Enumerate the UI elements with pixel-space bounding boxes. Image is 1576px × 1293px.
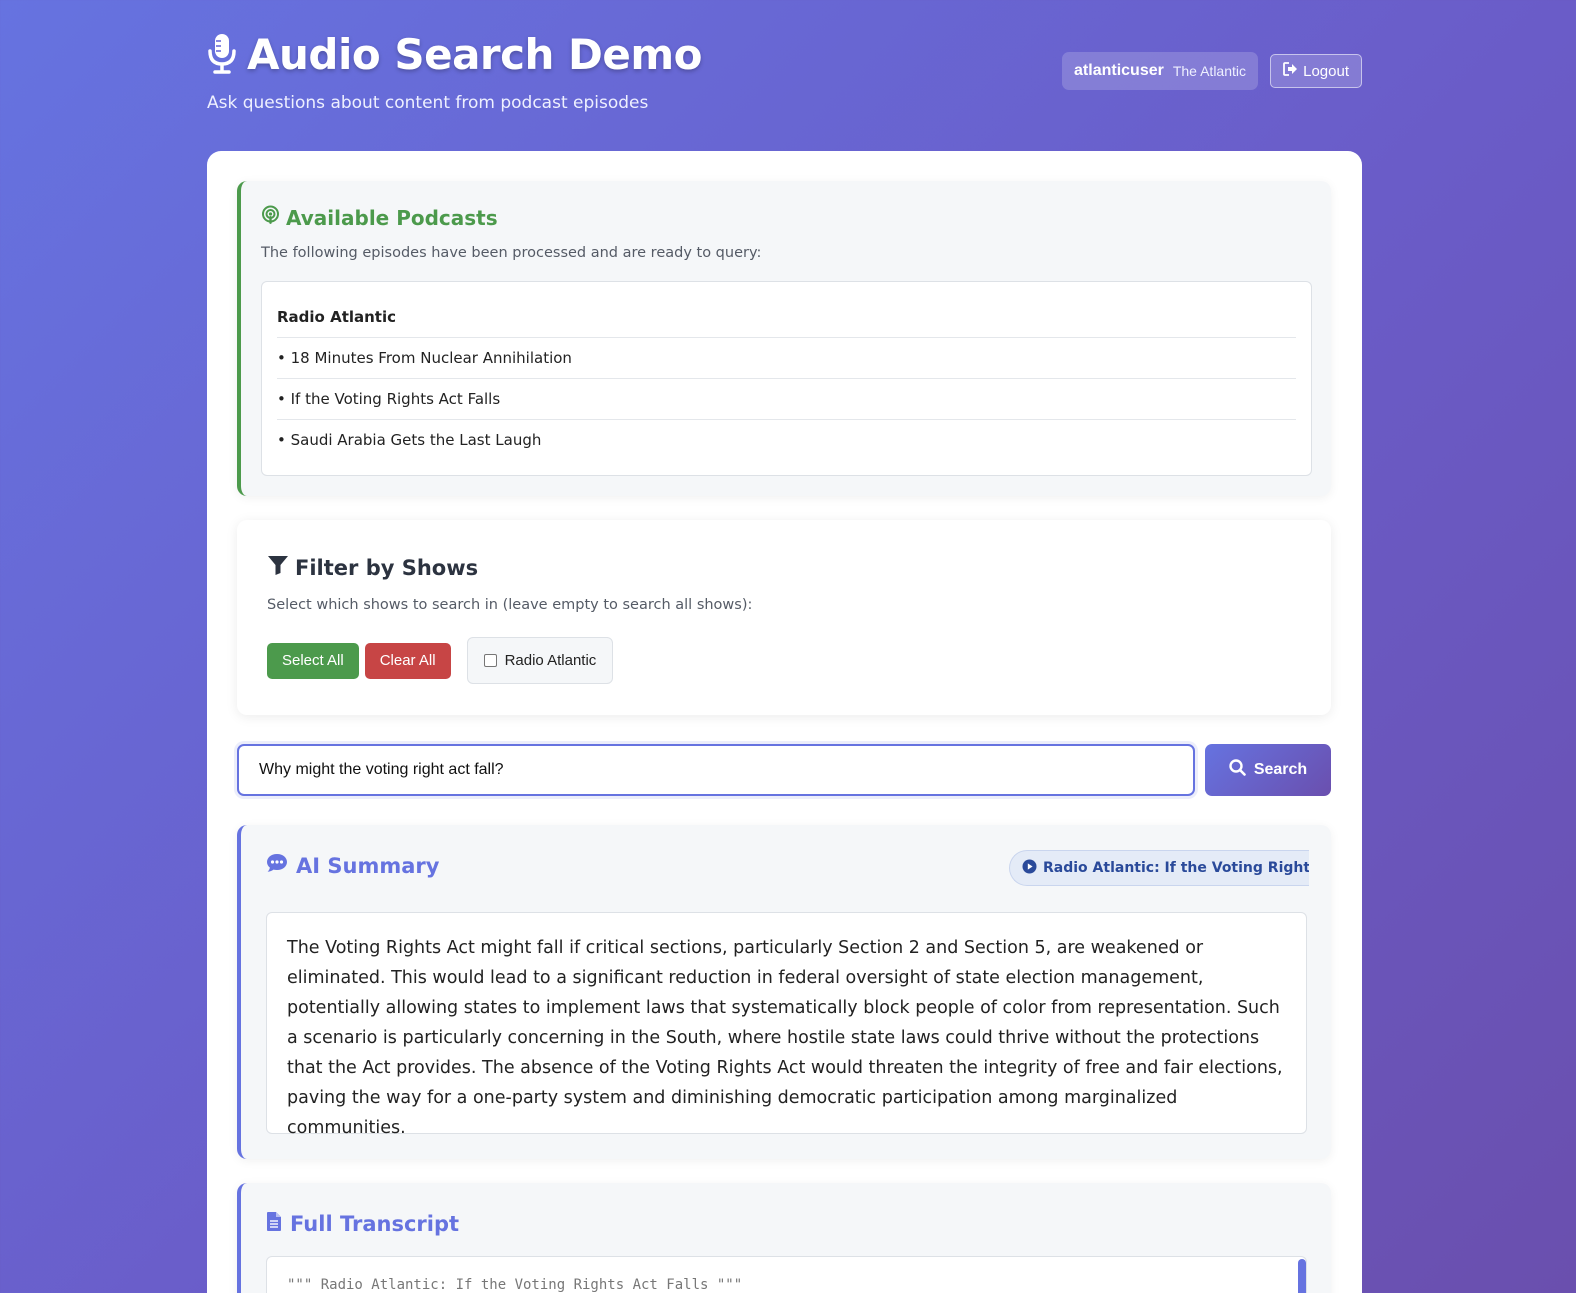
episode-item: • Saudi Arabia Gets the Last Laugh <box>277 431 542 449</box>
filter-shows-description: Select which shows to search in (leave e… <box>267 597 753 613</box>
available-podcasts-title: Available Podcasts <box>286 205 498 230</box>
page-subtitle: Ask questions about content from podcast… <box>207 93 649 113</box>
search-input-value: Why might the voting right act fall? <box>259 761 504 778</box>
filter-controls: Select All Clear All Radio Atlantic <box>267 637 614 684</box>
file-text-icon <box>266 1211 282 1237</box>
logout-label: Logout <box>1303 62 1349 80</box>
full-transcript-card: Full Transcript """ Radio Atlantic: If t… <box>237 1183 1331 1293</box>
episode-list: Radio Atlantic • 18 Minutes From Nuclear… <box>261 281 1312 476</box>
ai-summary-text: The Voting Rights Act might fall if crit… <box>266 912 1307 1138</box>
transcript-content[interactable]: """ Radio Atlantic: If the Voting Rights… <box>266 1256 1307 1293</box>
available-podcasts-description: The following episodes have been process… <box>261 245 762 261</box>
source-episode-label: Radio Atlantic: If the Voting Rights Act <box>1043 860 1309 876</box>
logout-icon <box>1283 62 1298 80</box>
episode-item: • If the Voting Rights Act Falls <box>277 379 1296 420</box>
user-info: atlanticuser The Atlantic <box>1062 52 1258 90</box>
show-filter-option[interactable]: Radio Atlantic <box>466 637 614 684</box>
ai-summary-title: AI Summary <box>296 853 440 878</box>
podcast-icon <box>261 205 280 230</box>
clear-all-button[interactable]: Clear All <box>364 642 451 679</box>
transcript-first-line: """ Radio Atlantic: If the Voting Rights… <box>287 1277 743 1293</box>
full-transcript-heading: Full Transcript <box>266 1211 459 1237</box>
show-name: Radio Atlantic <box>277 282 1296 338</box>
logout-button[interactable]: Logout <box>1270 54 1362 88</box>
select-all-button[interactable]: Select All <box>267 642 359 679</box>
search-button-label: Search <box>1253 761 1308 778</box>
search-input[interactable]: Why might the voting right act fall? <box>237 744 1195 796</box>
available-podcasts-heading: Available Podcasts <box>261 205 498 230</box>
ai-summary-heading: AI Summary <box>266 853 439 878</box>
main-panel: Available Podcasts The following episode… <box>207 151 1362 1293</box>
available-podcasts-card: Available Podcasts The following episode… <box>237 181 1331 496</box>
filter-icon <box>267 554 289 581</box>
microphone-icon <box>207 32 237 78</box>
filter-shows-heading: Filter by Shows <box>267 554 478 581</box>
user-name: atlanticuser <box>1074 62 1164 79</box>
play-circle-icon <box>1022 859 1037 878</box>
filter-shows-title: Filter by Shows <box>295 555 479 580</box>
user-organization: The Atlantic <box>1172 63 1246 79</box>
page-header: Audio Search Demo Ask questions about co… <box>207 30 1362 130</box>
full-transcript-title: Full Transcript <box>290 1212 460 1236</box>
search-icon <box>1229 759 1246 781</box>
search-button[interactable]: Search <box>1205 744 1331 796</box>
filter-shows-card: Filter by Shows Select which shows to se… <box>237 520 1331 715</box>
ai-summary-card: AI Summary Radio Atlantic: If the Voting… <box>237 825 1331 1159</box>
comment-dots-icon <box>266 853 288 878</box>
transcript-scrollbar[interactable] <box>1298 1259 1306 1293</box>
show-checkbox[interactable] <box>483 654 497 667</box>
show-option-label: Radio Atlantic <box>504 652 597 669</box>
source-episode-link[interactable]: Radio Atlantic: If the Voting Rights Act <box>1009 850 1309 886</box>
page-title: Audio Search Demo <box>247 30 703 79</box>
episode-item: • 18 Minutes From Nuclear Annihilation <box>277 338 1296 379</box>
